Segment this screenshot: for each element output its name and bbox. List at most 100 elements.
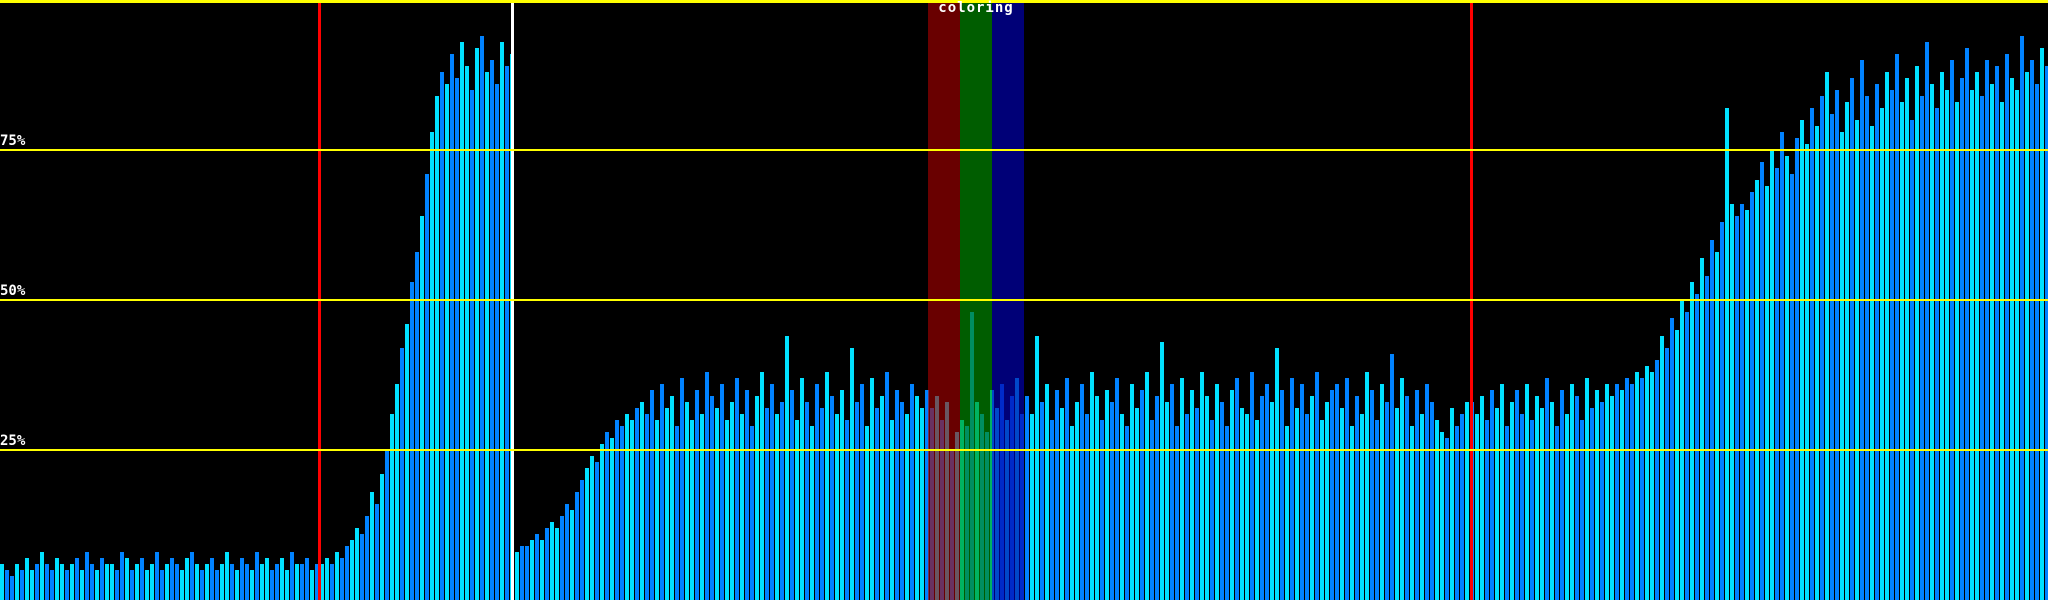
histogram-bar [1145,372,1149,600]
histogram-bar [1510,402,1514,600]
histogram-bar [1910,120,1914,600]
histogram-bar [620,426,624,600]
histogram-bar [385,450,389,600]
histogram-bar [425,174,429,600]
histogram-bar [1530,420,1534,600]
histogram-bar [1170,384,1174,600]
histogram-bar [1065,378,1069,600]
histogram-bar [360,534,364,600]
histogram-bar [625,414,629,600]
histogram-bar [190,552,194,600]
histogram-bar [1515,390,1519,600]
histogram-bar [955,432,959,600]
histogram-bar [185,558,189,600]
histogram-bar [280,558,284,600]
histogram-bar [1520,414,1524,600]
histogram-bar [1305,414,1309,600]
histogram-bar [1265,384,1269,600]
histogram-bar [75,558,79,600]
histogram-bar [665,408,669,600]
histogram-bar [1760,162,1764,600]
histogram-bar [740,414,744,600]
histogram-bar [1780,132,1784,600]
histogram-bar [420,216,424,600]
histogram-bar [555,528,559,600]
histogram-bar [220,564,224,600]
histogram-bar [1320,420,1324,600]
histogram-bar [1485,420,1489,600]
histogram-bar [540,540,544,600]
histogram-bar [710,396,714,600]
histogram-bar [1860,60,1864,600]
histogram-bar [805,402,809,600]
histogram-bar [1815,126,1819,600]
histogram-bar [145,570,149,600]
histogram-bar [1600,402,1604,600]
histogram-bar [1080,384,1084,600]
histogram-bar [1055,390,1059,600]
histogram-bar [1135,408,1139,600]
histogram-bar [2005,54,2009,600]
histogram-bar [1700,258,1704,600]
histogram-bar [1420,414,1424,600]
histogram-bar [840,390,844,600]
histogram-bar [1230,390,1234,600]
histogram-bar [350,540,354,600]
histogram-bar [660,384,664,600]
gridline-50 [0,299,2048,301]
histogram-bar [970,312,974,600]
histogram-bar [1875,84,1879,600]
histogram-bar [595,462,599,600]
histogram-bar [2010,78,2014,600]
histogram-bar [1060,408,1064,600]
histogram-bar [1725,108,1729,600]
histogram-bar [95,570,99,600]
histogram-bar [720,384,724,600]
histogram-bar [985,432,989,600]
histogram-bar [15,564,19,600]
histogram-bar [1850,78,1854,600]
histogram-bar [1460,414,1464,600]
histogram-bar [1525,384,1529,600]
histogram-bar [1635,372,1639,600]
histogram-bar [225,552,229,600]
histogram-bar [940,420,944,600]
histogram-bar [610,438,614,600]
histogram-bar [1970,90,1974,600]
histogram-bar [1040,402,1044,600]
histogram-bar [25,558,29,600]
histogram-bar [410,282,414,600]
histogram-bar [1160,342,1164,600]
histogram-bar [10,576,14,600]
histogram-bar [1625,378,1629,600]
histogram-bar [1500,384,1504,600]
histogram-bar [1855,120,1859,600]
histogram-bar [1085,414,1089,600]
histogram-bar [1590,408,1594,600]
histogram-bar [440,72,444,600]
histogram-bar [310,570,314,600]
histogram-bar [1835,90,1839,600]
histogram-bar [415,252,419,600]
histogram-bar [1595,390,1599,600]
histogram-bar [1710,240,1714,600]
histogram-bar [855,402,859,600]
histogram-bar [1995,66,1999,600]
histogram-bar [1180,378,1184,600]
histogram-bar [1090,372,1094,600]
histogram-bar [1880,108,1884,600]
histogram-bar [1390,354,1394,600]
histogram-bar [2025,72,2029,600]
histogram-bar [980,414,984,600]
histogram-bar [1570,384,1574,600]
histogram-bar [20,570,24,600]
histogram-bar [520,546,524,600]
histogram-bar [1660,336,1664,600]
histogram-bar [475,48,479,600]
histogram-bar [1035,336,1039,600]
histogram-bar [1340,408,1344,600]
histogram-bar [1770,150,1774,600]
histogram-bar [250,570,254,600]
histogram-bar [1870,126,1874,600]
histogram-bar [1980,96,1984,600]
